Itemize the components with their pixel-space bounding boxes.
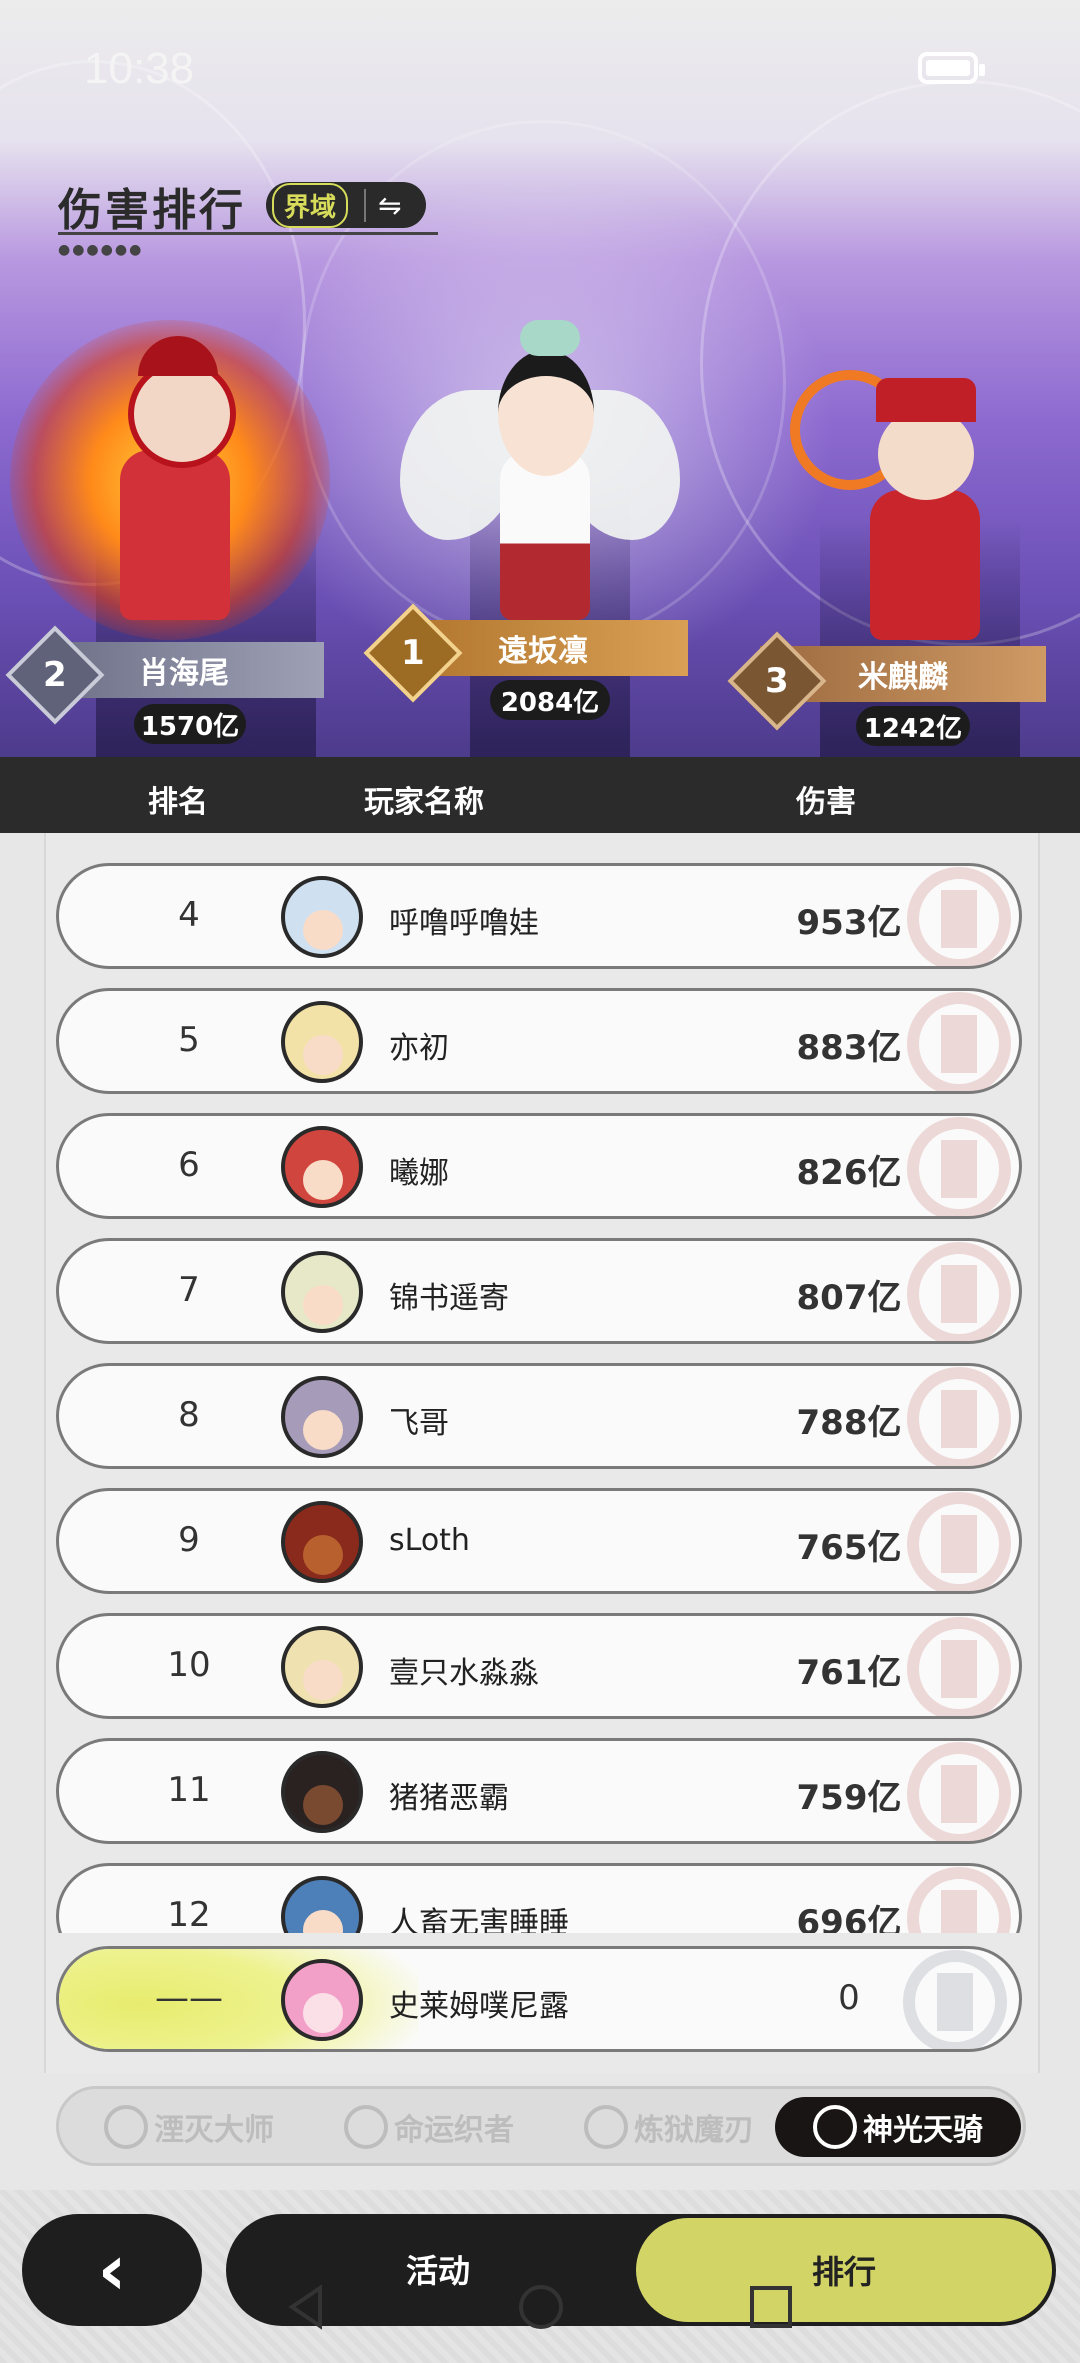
crest-icon	[813, 2105, 857, 2149]
row-player-name: 曦娜	[389, 1156, 449, 1191]
tab-class-2[interactable]: 命运织者	[319, 2097, 539, 2157]
table-row[interactable]: 5 亦初 883亿	[56, 988, 1022, 1094]
row-rank: 5	[178, 1020, 200, 1060]
table-row[interactable]: 4 呼噜呼噜娃 953亿	[56, 863, 1022, 969]
status-bar: 10:38	[0, 0, 1080, 140]
table-row[interactable]: 11 猪猪恶霸 759亿	[56, 1738, 1022, 1844]
avatar[interactable]	[281, 1959, 363, 2041]
tab-label: 炼狱魔刃	[634, 2113, 754, 2148]
character-rank-1	[400, 300, 680, 630]
tab-class-3[interactable]: 炼狱魔刃	[559, 2097, 779, 2157]
battery-icon	[918, 52, 985, 84]
row-damage: 788亿	[796, 1403, 902, 1443]
table-header: 排名 玩家名称 伤害	[0, 757, 1080, 833]
row-rank: 10	[167, 1645, 211, 1685]
title-underline	[58, 232, 438, 235]
realm-toggle[interactable]: 界域 ⇋	[266, 182, 426, 228]
ranking-list[interactable]: 4 呼噜呼噜娃 953亿 5 亦初 883亿 6 曦娜 826亿 7 锦书遥寄 …	[0, 833, 1080, 1933]
row-damage: 807亿	[796, 1278, 902, 1318]
column-damage: 伤害	[796, 785, 856, 820]
row-player-name: 锦书遥寄	[389, 1281, 509, 1316]
row-rank: 4	[178, 895, 200, 935]
table-row[interactable]: 10 壹只水淼淼 761亿	[56, 1613, 1022, 1719]
row-player-name: 亦初	[389, 1031, 449, 1066]
row-damage: 696亿	[796, 1903, 902, 1933]
self-ranking-row[interactable]: —— 史莱姆噗尼露 0	[56, 1946, 1022, 2052]
row-rank: 7	[178, 1270, 200, 1310]
row-rank: 9	[178, 1520, 200, 1560]
avatar[interactable]	[281, 1251, 363, 1333]
crest-icon	[104, 2105, 148, 2149]
system-back-icon[interactable]	[282, 2282, 332, 2332]
row-rank: 6	[178, 1145, 200, 1185]
row-damage: 765亿	[796, 1528, 902, 1568]
page-title: 伤害排行	[58, 185, 246, 236]
row-player-name: 猪猪恶霸	[389, 1781, 509, 1816]
system-recents-icon[interactable]	[746, 2282, 796, 2332]
row-damage: 953亿	[796, 903, 902, 943]
row-player-name: sLoth	[389, 1523, 470, 1558]
podium-player-name: 米麒麟	[858, 660, 948, 695]
podium-damage: 1570亿	[134, 704, 246, 744]
table-row[interactable]: 9 sLoth 765亿	[56, 1488, 1022, 1594]
tab-label: 湮灭大师	[154, 2113, 274, 2148]
row-rank: 12	[167, 1895, 211, 1933]
swap-icon: ⇋	[364, 188, 401, 222]
row-damage: 0	[838, 1978, 860, 2018]
avatar[interactable]	[281, 876, 363, 958]
status-time: 10:38	[84, 44, 195, 93]
crest-icon	[584, 2105, 628, 2149]
table-row[interactable]: 6 曦娜 826亿	[56, 1113, 1022, 1219]
row-player-name: 史莱姆噗尼露	[389, 1989, 569, 2024]
podium-damage: 2084亿	[490, 680, 610, 720]
rank-number: 3	[765, 660, 789, 701]
row-player-name: 壹只水淼淼	[389, 1656, 539, 1691]
tab-class-4-active[interactable]: 神光天骑	[775, 2097, 1021, 2157]
nav-pill: 活动 排行	[226, 2214, 1056, 2326]
tab-label: 命运织者	[394, 2113, 514, 2148]
table-row[interactable]: 12 人畜无害睡睡 696亿	[56, 1863, 1022, 1933]
class-tabs: 湮灭大师 命运织者 炼狱魔刃 神光天骑	[56, 2086, 1026, 2166]
avatar[interactable]	[281, 1876, 363, 1933]
avatar[interactable]	[281, 1501, 363, 1583]
nav-ranking-button[interactable]: 排行	[636, 2218, 1052, 2322]
tab-class-1[interactable]: 湮灭大师	[79, 2097, 299, 2157]
row-player-name: 呼噜呼噜娃	[389, 906, 539, 941]
avatar[interactable]	[281, 1751, 363, 1833]
row-damage: 761亿	[796, 1653, 902, 1693]
bottom-navigation: ‹ 活动 排行	[0, 2190, 1080, 2363]
system-home-icon[interactable]	[516, 2282, 566, 2332]
podium-player-name: 肖海尾	[139, 656, 229, 691]
character-rank-2	[10, 280, 330, 650]
row-damage: 759亿	[796, 1778, 902, 1818]
nav-activity-button[interactable]: 活动	[406, 2246, 470, 2292]
row-player-name: 飞哥	[389, 1406, 449, 1441]
avatar[interactable]	[281, 1126, 363, 1208]
column-rank: 排名	[148, 785, 208, 820]
rank-number: 1	[401, 632, 425, 673]
row-player-name: 人畜无害睡睡	[389, 1906, 569, 1933]
title-dots: ●●●●●●	[58, 242, 144, 258]
avatar[interactable]	[281, 1626, 363, 1708]
tab-label: 神光天骑	[863, 2113, 983, 2148]
avatar[interactable]	[281, 1001, 363, 1083]
avatar[interactable]	[281, 1376, 363, 1458]
character-rank-3	[780, 350, 1040, 650]
crest-icon	[344, 2105, 388, 2149]
realm-label: 界域	[272, 182, 349, 228]
podium-damage: 1242亿	[856, 706, 970, 746]
chevron-left-icon: ‹	[97, 2229, 127, 2311]
row-rank: 8	[178, 1395, 200, 1435]
rank-number: 2	[43, 654, 67, 695]
row-damage: 883亿	[796, 1028, 902, 1068]
podium-player-name: 遠坂凛	[498, 634, 588, 669]
row-damage: 826亿	[796, 1153, 902, 1193]
table-row[interactable]: 8 飞哥 788亿	[56, 1363, 1022, 1469]
table-row[interactable]: 7 锦书遥寄 807亿	[56, 1238, 1022, 1344]
row-rank: 11	[167, 1770, 211, 1810]
back-button[interactable]: ‹	[22, 2214, 202, 2326]
column-player-name: 玩家名称	[364, 785, 484, 820]
row-rank: ——	[155, 1978, 223, 2018]
